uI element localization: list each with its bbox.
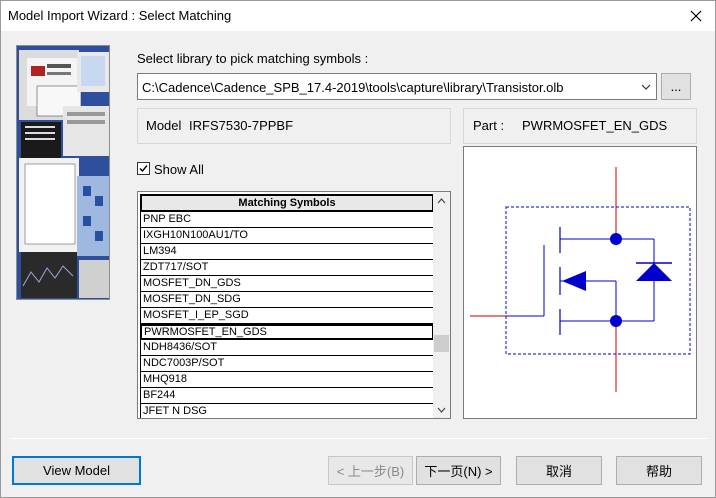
list-item[interactable]: LM394	[140, 244, 434, 260]
list-item[interactable]: JFET N DSG	[140, 404, 434, 418]
title-bar: Model Import Wizard : Select Matching	[1, 1, 715, 31]
library-path-combobox[interactable]: C:\Cadence\Cadence_SPB_17.4-2019\tools\c…	[137, 73, 657, 100]
show-all-label[interactable]: Show All	[154, 162, 204, 177]
mosfet-symbol-graphic	[470, 167, 691, 392]
cancel-button[interactable]: 取消	[516, 456, 602, 485]
list-column-header[interactable]: Matching Symbols	[140, 194, 434, 212]
list-scrollbar[interactable]	[433, 192, 450, 418]
help-button[interactable]: 帮助	[616, 456, 702, 485]
close-icon	[690, 10, 702, 22]
symbol-preview	[463, 146, 697, 419]
scrollbar-thumb[interactable]	[434, 335, 449, 352]
list-item[interactable]: ZDT717/SOT	[140, 260, 434, 276]
model-label: Model	[146, 118, 182, 133]
view-model-button[interactable]: View Model	[12, 456, 141, 485]
model-info-box: Model IRFS7530-7PPBF	[137, 108, 451, 144]
scroll-down-icon[interactable]	[433, 401, 450, 418]
close-button[interactable]	[683, 3, 709, 29]
wizard-window: Model Import Wizard : Select Matching Se…	[0, 0, 716, 498]
back-button[interactable]: < 上一步(B)	[328, 456, 413, 485]
list-item-selected[interactable]: PWRMOSFET_EN_GDS	[140, 324, 434, 340]
part-label: Part :	[473, 118, 505, 133]
matching-symbols-list[interactable]: Matching Symbols PNP EBC IXGH10N100AU1/T…	[137, 191, 451, 419]
part-name: PWRMOSFET_EN_GDS	[522, 118, 668, 133]
wizard-banner-image	[16, 45, 110, 300]
model-name: IRFS7530-7PPBF	[189, 118, 294, 133]
list-item[interactable]: IXGH10N100AU1/TO	[140, 228, 434, 244]
list-item[interactable]: PNP EBC	[140, 212, 434, 228]
list-item[interactable]: MOSFET_I_EP_SGD	[140, 308, 434, 324]
footer-divider	[11, 438, 707, 439]
next-button[interactable]: 下一页(N) >	[416, 456, 501, 485]
list-item[interactable]: NDH8436/SOT	[140, 340, 434, 356]
list-item[interactable]: MOSFET_DN_SDG	[140, 292, 434, 308]
window-title: Model Import Wizard : Select Matching	[8, 8, 232, 23]
library-prompt: Select library to pick matching symbols …	[137, 51, 369, 66]
library-path-value: C:\Cadence\Cadence_SPB_17.4-2019\tools\c…	[142, 80, 564, 95]
list-item[interactable]: MHQ918	[140, 372, 434, 388]
list-item[interactable]: NDC7003P/SOT	[140, 356, 434, 372]
scroll-up-icon[interactable]	[433, 192, 450, 209]
browse-library-button[interactable]: ...	[661, 73, 691, 100]
part-info-box: Part : PWRMOSFET_EN_GDS	[463, 108, 697, 144]
symbol-rows: PNP EBC IXGH10N100AU1/TO LM394 ZDT717/SO…	[140, 212, 434, 418]
chevron-down-icon[interactable]	[636, 74, 656, 99]
checkmark-icon	[139, 165, 148, 173]
list-item[interactable]: BF244	[140, 388, 434, 404]
show-all-checkbox[interactable]	[137, 162, 150, 175]
list-item[interactable]: MOSFET_DN_GDS	[140, 276, 434, 292]
